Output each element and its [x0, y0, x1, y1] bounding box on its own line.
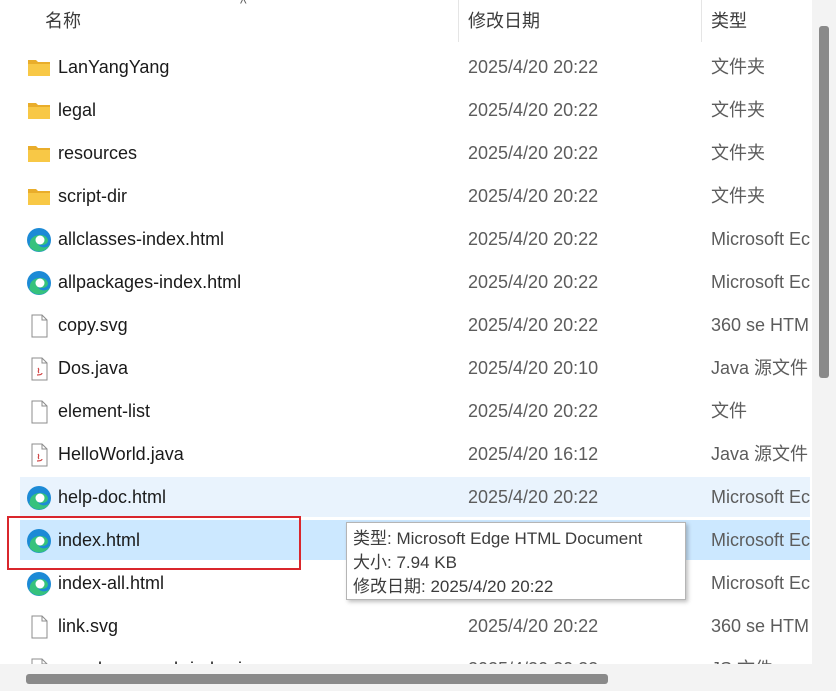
- file-modified-date: 2025/4/20 20:22: [468, 315, 599, 335]
- file-type: 文件夹: [711, 100, 765, 120]
- horizontal-scrollbar-thumb[interactable]: [26, 674, 608, 684]
- file-name: HelloWorld.java: [58, 444, 184, 464]
- highlight-annotation-box: [7, 516, 301, 570]
- file-row[interactable]: script-dir 2025/4/20 20:22 文件夹: [20, 176, 810, 216]
- file-name: resources: [58, 143, 138, 163]
- file-type: 文件夹: [711, 143, 765, 163]
- file-row[interactable]: HelloWorld.java 2025/4/20 16:12 Java 源文件: [20, 434, 810, 474]
- file-row[interactable]: allpackages-index.html 2025/4/20 20:22 Mic…: [20, 262, 810, 302]
- edge-icon: [26, 571, 52, 596]
- file-type: Java 源文件: [711, 444, 809, 464]
- file-name: LanYangYang: [58, 57, 170, 77]
- folder-icon: [26, 184, 52, 208]
- file-modified-date: 2025/4/20 20:22: [468, 100, 599, 120]
- java-file-icon: [26, 442, 52, 467]
- file-modified-date: 2025/4/20 20:10: [468, 358, 599, 378]
- file-name: Dos.java: [58, 358, 129, 378]
- file-name: help-doc.html: [58, 487, 167, 507]
- file-modified-date: 2025/4/20 20:22: [468, 143, 599, 163]
- file-row[interactable]: resources 2025/4/20 20:22 文件夹: [20, 133, 810, 173]
- column-header-name[interactable]: 名称: [45, 0, 81, 42]
- file-row[interactable]: member-search-index.js 2025/4/20 20:22 JS …: [20, 649, 810, 664]
- file-name: allpackages-index.html: [58, 272, 242, 292]
- edge-icon: [26, 227, 52, 252]
- file-row[interactable]: link.svg 2025/4/20 20:22 360 se HTM: [20, 606, 810, 646]
- horizontal-scrollbar[interactable]: [0, 664, 812, 691]
- file-type: 文件: [711, 401, 747, 421]
- file-name: element-list: [58, 401, 151, 421]
- tooltip-date-line: 修改日期: 2025/4/20 20:22: [353, 577, 554, 596]
- file-icon: [26, 657, 52, 664]
- file-name: link.svg: [58, 616, 119, 636]
- edge-icon: [26, 270, 52, 295]
- file-type: 文件夹: [711, 57, 765, 77]
- tooltip-size-line: 大小: 7.94 KB: [353, 553, 457, 572]
- file-info-tooltip: 类型: Microsoft Edge HTML Document 大小: 7.9…: [346, 522, 686, 600]
- vertical-scrollbar-thumb[interactable]: [819, 26, 829, 378]
- file-name: copy.svg: [58, 315, 128, 335]
- file-row[interactable]: LanYangYang 2025/4/20 20:22 文件夹: [20, 47, 810, 87]
- vertical-scrollbar[interactable]: [812, 0, 836, 664]
- file-icon: [26, 399, 52, 424]
- file-type: 文件夹: [711, 186, 765, 206]
- scrollbar-corner: [812, 664, 836, 691]
- file-name: legal: [58, 100, 97, 120]
- file-row[interactable]: Dos.java 2025/4/20 20:10 Java 源文件: [20, 348, 810, 388]
- file-name: script-dir: [58, 186, 128, 206]
- file-row[interactable]: legal 2025/4/20 20:22 文件夹: [20, 90, 810, 130]
- file-type: 360 se HTM: [711, 616, 810, 636]
- file-row[interactable]: allclasses-index.html 2025/4/20 20:22 Micr…: [20, 219, 810, 259]
- file-row[interactable]: copy.svg 2025/4/20 20:22 360 se HTM: [20, 305, 810, 345]
- file-name: allclasses-index.html: [58, 229, 225, 249]
- folder-icon: [26, 141, 52, 165]
- file-modified-date: 2025/4/20 20:22: [468, 57, 599, 77]
- folder-icon: [26, 55, 52, 79]
- edge-icon: [26, 485, 52, 510]
- file-modified-date: 2025/4/20 20:22: [468, 229, 599, 249]
- column-divider[interactable]: [458, 0, 459, 42]
- file-modified-date: 2025/4/20 20:22: [468, 649, 598, 664]
- file-name: member-search-index.js: [58, 649, 251, 664]
- column-header-type[interactable]: 类型: [711, 0, 747, 42]
- file-modified-date: 2025/4/20 20:22: [468, 401, 599, 421]
- file-modified-date: 2025/4/20 20:22: [468, 487, 599, 507]
- tooltip-type-line: 类型: Microsoft Edge HTML Document: [353, 529, 643, 548]
- column-divider[interactable]: [701, 0, 702, 42]
- file-type: JS 文件: [711, 649, 810, 664]
- file-modified-date: 2025/4/20 16:12: [468, 444, 599, 464]
- folder-icon: [26, 98, 52, 122]
- file-type: Microsoft Ec: [711, 573, 810, 593]
- column-header-bar: 名称 ^ 修改日期 类型: [0, 0, 812, 42]
- file-row[interactable]: element-list 2025/4/20 20:22 文件: [20, 391, 810, 431]
- file-modified-date: 2025/4/20 20:22: [468, 272, 599, 292]
- file-icon: [26, 313, 52, 338]
- file-type: Java 源文件: [711, 358, 809, 378]
- file-modified-date: 2025/4/20 20:22: [468, 186, 599, 206]
- file-icon: [26, 614, 52, 639]
- file-row[interactable]: help-doc.html 2025/4/20 20:22 Microsoft Ec: [20, 477, 810, 517]
- file-type: Microsoft Ec: [711, 487, 810, 507]
- column-header-date[interactable]: 修改日期: [468, 0, 540, 42]
- java-file-icon: [26, 356, 52, 381]
- file-modified-date: 2025/4/20 20:22: [468, 616, 599, 636]
- file-type: Microsoft Ec: [711, 272, 810, 292]
- file-type: Microsoft Ec: [711, 530, 810, 550]
- sort-ascending-icon: ^: [240, 0, 247, 11]
- file-type: Microsoft Ec: [711, 229, 810, 249]
- file-type: 360 se HTM: [711, 315, 810, 335]
